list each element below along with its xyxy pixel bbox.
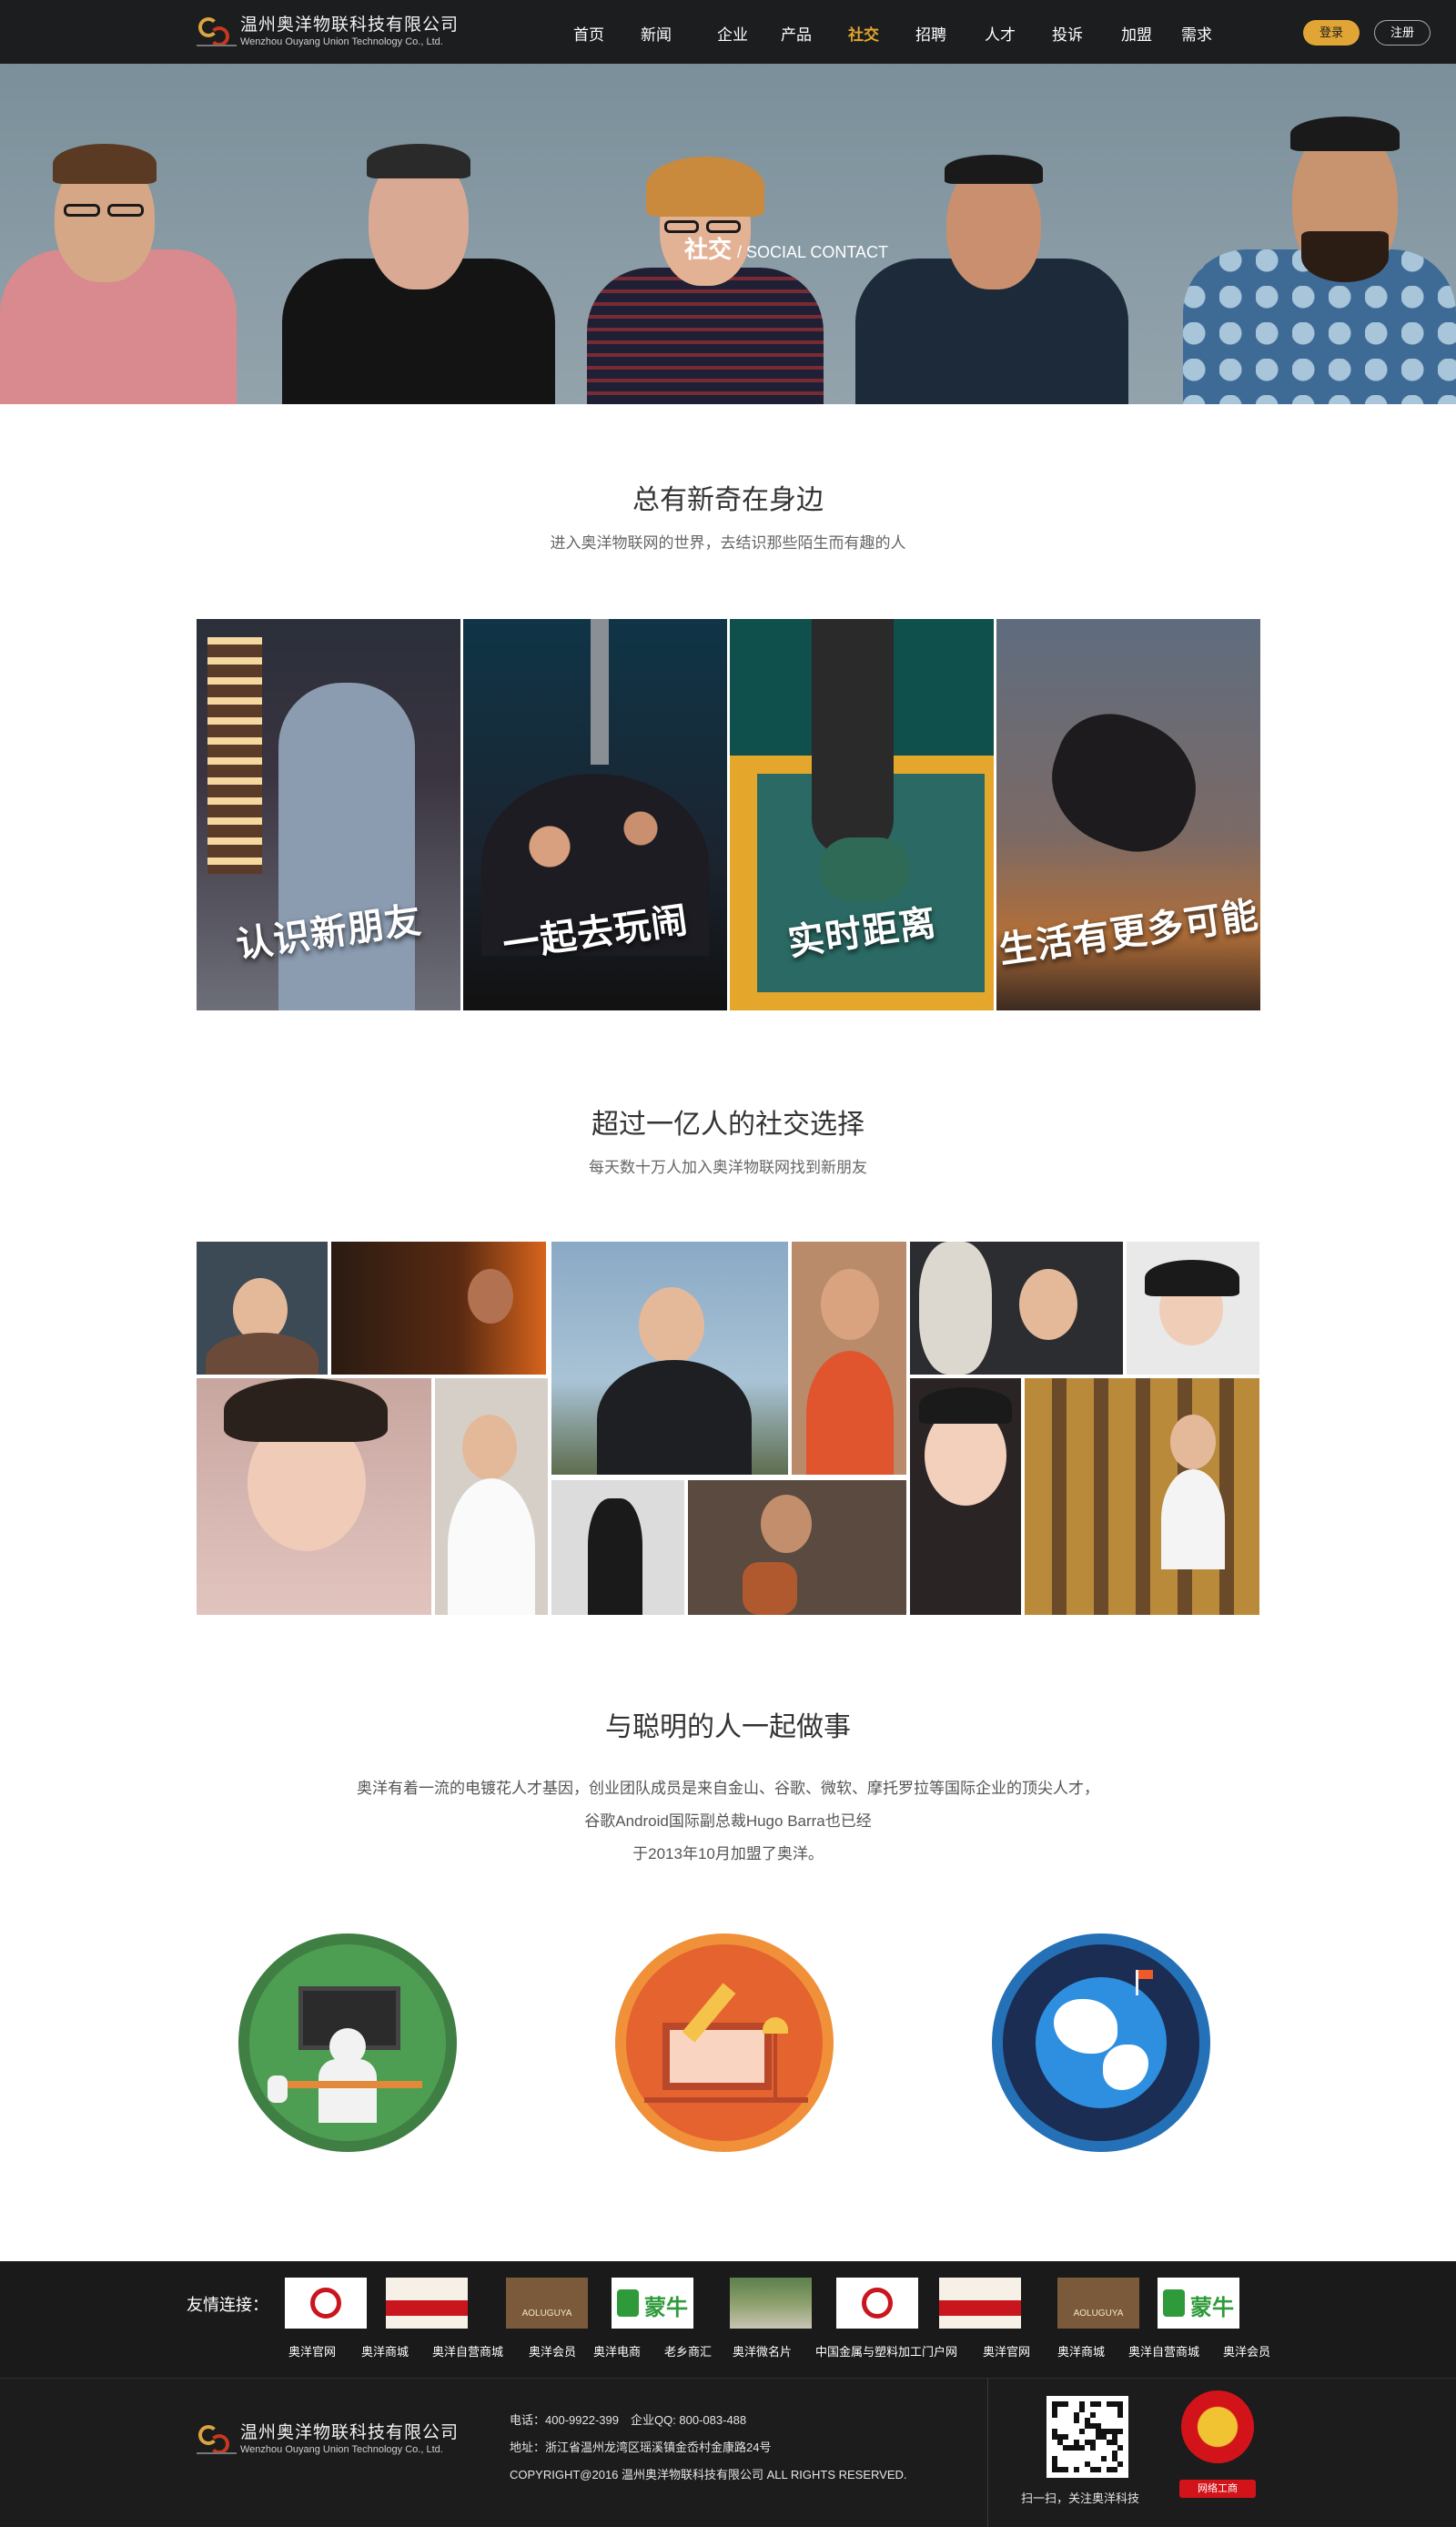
friend-link[interactable]: 中国金属与塑料加工门户网: [815, 2342, 957, 2360]
aoluguya-logo-text: AOLUGUYA: [1073, 2309, 1124, 2319]
nav-item-social[interactable]: 社交: [848, 22, 879, 45]
friend-link-logo[interactable]: [285, 2278, 367, 2329]
friend-link-logo[interactable]: [730, 2278, 812, 2329]
nav-item-recruit[interactable]: 招聘: [915, 22, 946, 45]
hero-person-image: [0, 104, 246, 404]
team-description-line: 奥洋有着一流的电镀花人才基因，创业团队成员是来自金山、谷歌、微软、摩托罗拉等国际…: [357, 1780, 1099, 1797]
nav-item-home[interactable]: 首页: [573, 22, 604, 45]
national-emblem-icon: [1181, 2390, 1254, 2463]
wechat-qr-code: [1046, 2396, 1128, 2478]
friend-link[interactable]: 奥洋自营商城: [1128, 2342, 1199, 2360]
logo-name-cn: 温州奥洋物联科技有限公司: [240, 15, 460, 35]
friend-links-label: 友情连接：: [187, 2296, 268, 2314]
member-photo[interactable]: [1025, 1378, 1259, 1615]
friend-link[interactable]: 奥洋会员: [1223, 2342, 1270, 2360]
member-photo[interactable]: [1127, 1242, 1259, 1375]
friend-link-logo[interactable]: 蒙牛: [612, 2278, 693, 2329]
friend-link-logo[interactable]: [836, 2278, 918, 2329]
business-license-badge[interactable]: 网络工商: [1176, 2390, 1259, 2502]
hero-title: 社交 / SOCIAL CONTACT: [684, 231, 888, 265]
footer-divider: [987, 2378, 988, 2527]
feature-tile-play-together[interactable]: 一起去玩闹: [463, 619, 727, 1010]
nav-item-news[interactable]: 新闻: [641, 22, 672, 45]
nav-item-complaint[interactable]: 投诉: [1052, 22, 1083, 45]
footer-logo[interactable]: 温州奥洋物联科技有限公司 Wenzhou Ouyang Union Techno…: [197, 2421, 459, 2458]
developer-illustration-icon: [238, 1933, 457, 2152]
hero-person-image: [273, 104, 564, 404]
section-subtitle-novelty: 进入奥洋物联网的世界，去结识那些陌生而有趣的人: [550, 534, 906, 552]
logo-rings-icon: [197, 2421, 237, 2458]
tile-caption: 生活有更多可能: [996, 895, 1260, 971]
login-button[interactable]: 登录: [1303, 20, 1360, 46]
design-illustration-icon: [615, 1933, 834, 2152]
section-title-novelty: 总有新奇在身边: [632, 485, 824, 515]
nav-item-demand[interactable]: 需求: [1181, 22, 1212, 45]
nav-item-enterprise[interactable]: 企业: [717, 22, 748, 45]
logo-rings-icon: [197, 14, 237, 50]
member-photo[interactable]: [331, 1242, 546, 1375]
team-description-line: 于2013年10月加盟了奥洋。: [632, 1845, 824, 1862]
member-photo[interactable]: [197, 1378, 431, 1615]
hero-title-cn: 社交: [684, 236, 733, 263]
globe-illustration-icon: [992, 1933, 1210, 2152]
feature-tile-more-possibilities[interactable]: 生活有更多可能: [996, 619, 1260, 1010]
company-logo[interactable]: 温州奥洋物联科技有限公司 Wenzhou Ouyang Union Techno…: [197, 11, 470, 53]
section-title-choice: 超过一亿人的社交选择: [592, 1110, 864, 1140]
member-photo[interactable]: [551, 1242, 788, 1475]
hero-title-en: / SOCIAL CONTACT: [737, 243, 889, 261]
friend-link[interactable]: 老乡商汇: [664, 2342, 712, 2360]
section-title-smart-people: 与聪明的人一起做事: [605, 1712, 851, 1742]
friend-link[interactable]: 奥洋自营商城: [432, 2342, 503, 2360]
member-photo[interactable]: [197, 1242, 328, 1375]
nav-item-products[interactable]: 产品: [781, 22, 812, 45]
top-header: 温州奥洋物联科技有限公司 Wenzhou Ouyang Union Techno…: [0, 0, 1456, 64]
nav-item-talent[interactable]: 人才: [985, 22, 1016, 45]
friend-link-logo[interactable]: AOLUGUYA: [1057, 2278, 1139, 2329]
friend-link[interactable]: 奥洋微名片: [733, 2342, 792, 2360]
mengniu-logo-text: 蒙牛: [644, 2296, 688, 2320]
qr-caption: 扫一扫，关注奥洋科技: [1021, 2491, 1140, 2505]
footer-company-cn: 温州奥洋物联科技有限公司: [240, 2423, 460, 2442]
mengniu-logo-text: 蒙牛: [1190, 2296, 1234, 2320]
friend-link[interactable]: 奥洋商城: [1057, 2342, 1105, 2360]
friend-link[interactable]: 奥洋电商: [593, 2342, 641, 2360]
member-photo[interactable]: [688, 1480, 906, 1615]
friend-link[interactable]: 奥洋会员: [529, 2342, 576, 2360]
friend-link[interactable]: 奥洋商城: [361, 2342, 409, 2360]
nav-item-join[interactable]: 加盟: [1121, 22, 1152, 45]
aoluguya-logo-text: AOLUGUYA: [521, 2309, 572, 2319]
hero-person-image: [855, 104, 1128, 404]
badge-label: 网络工商: [1179, 2480, 1256, 2498]
footer-phone: 电话：400-9922-399 企业QQ: 800-083-488: [510, 2413, 747, 2427]
hero-banner: 社交 / SOCIAL CONTACT: [0, 64, 1456, 404]
team-description-line: 谷歌Android国际副总裁Hugo Barra也已经: [584, 1812, 872, 1830]
feature-tile-real-distance[interactable]: 实时距离: [730, 619, 994, 1010]
member-photo[interactable]: [551, 1480, 684, 1615]
feature-tile-new-friends[interactable]: 认识新朋友: [197, 619, 460, 1010]
footer-copyright: COPYRIGHT@2016 温州奥洋物联科技有限公司 ALL RIGHTS R…: [510, 2468, 907, 2481]
member-photo[interactable]: [910, 1242, 1123, 1375]
friend-link-logo[interactable]: 蒙牛: [1158, 2278, 1239, 2329]
register-button[interactable]: 注册: [1374, 20, 1431, 46]
logo-name-en: Wenzhou Ouyang Union Technology Co., Ltd…: [240, 36, 443, 47]
member-photo[interactable]: [435, 1378, 548, 1615]
friend-link-logo[interactable]: [386, 2278, 468, 2329]
hero-person-image: [1174, 95, 1456, 404]
friend-link[interactable]: 奥洋官网: [288, 2342, 336, 2360]
member-photo[interactable]: [792, 1242, 906, 1475]
friend-link-logo[interactable]: [939, 2278, 1021, 2329]
member-photo[interactable]: [910, 1378, 1021, 1615]
friend-link[interactable]: 奥洋官网: [983, 2342, 1030, 2360]
footer-company-en: Wenzhou Ouyang Union Technology Co., Ltd…: [240, 2444, 443, 2455]
friend-link-logo[interactable]: AOLUGUYA: [506, 2278, 588, 2329]
section-subtitle-choice: 每天数十万人加入奥洋物联网找到新朋友: [589, 1159, 867, 1176]
footer-address: 地址：浙江省温州龙湾区瑶溪镇金岙村金康路24号: [510, 2441, 772, 2454]
